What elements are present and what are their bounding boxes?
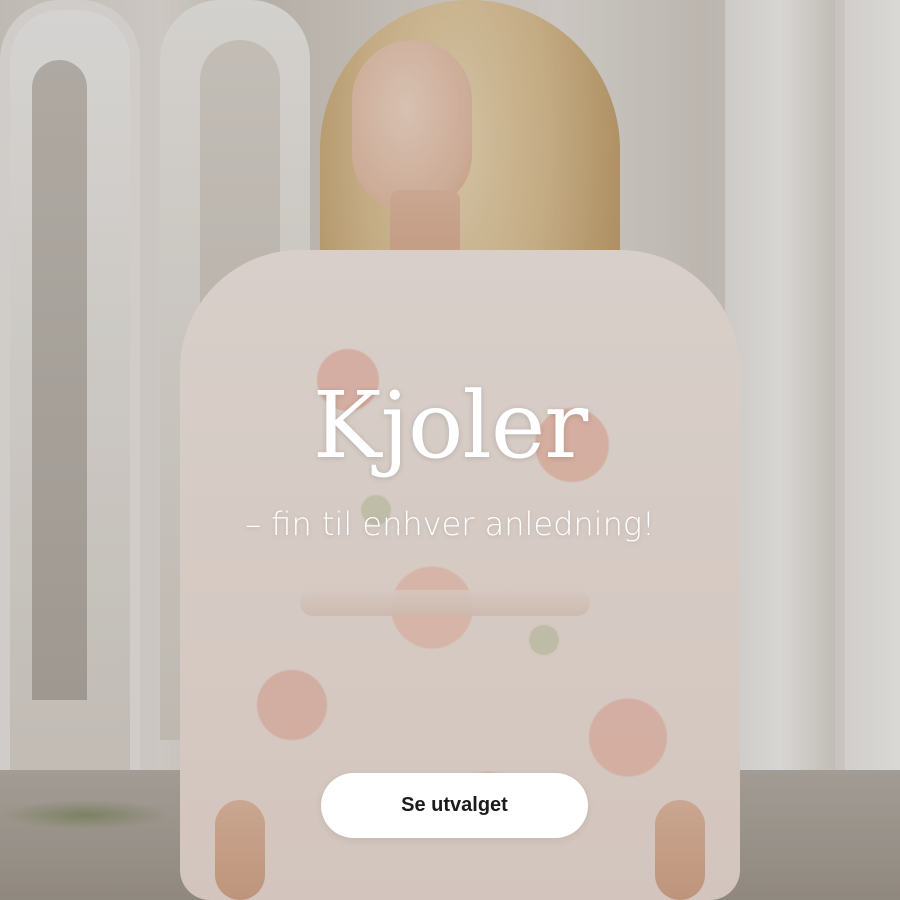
hero-banner[interactable]: Kjoler – fin til enhver anledning! Se ut…: [0, 0, 900, 900]
shop-selection-button[interactable]: Se utvalget: [321, 773, 588, 838]
hero-overlay: Kjoler – fin til enhver anledning! Se ut…: [0, 0, 900, 900]
hero-subtitle: – fin til enhver anledning!: [245, 505, 655, 543]
hero-title: Kjoler: [312, 372, 589, 479]
